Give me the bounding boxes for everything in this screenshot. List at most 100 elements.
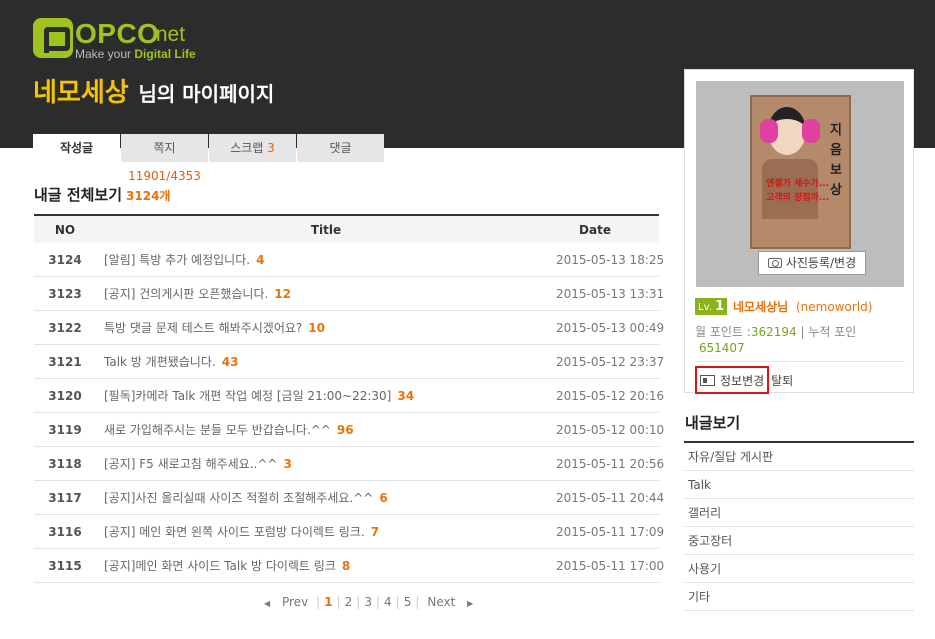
headphone-icon: [802, 119, 820, 143]
table-row: 3120 [필독]카메라 Talk 개편 작업 예정 [금일 21:00~22:…: [34, 379, 665, 413]
poster-caption: 엔젤가 세수가... 고객의 장점까...: [766, 179, 830, 203]
points-info: 월 포인트 :362194 | 누적 포인 651407: [695, 325, 857, 355]
board-item[interactable]: 사용기: [684, 555, 914, 583]
row-title-link[interactable]: 새로 가입해주시는 분들 모두 반갑습니다.^^ 96: [96, 421, 556, 438]
header-no: NO: [54, 222, 76, 237]
profile-photo: 지음보상 엔젤가 세수가... 고객의 장점까...: [750, 95, 851, 249]
table-row: 3115 [공지]메인 화면 사이드 Talk 방 다이렉트 링크 8 2015-…: [34, 549, 665, 583]
row-date: 2015-05-13 18:25: [556, 252, 665, 267]
reply-count: 12: [274, 287, 292, 301]
monthly-points: 362194: [750, 325, 797, 339]
row-no: 3119: [48, 422, 82, 437]
camera-icon: [767, 258, 782, 268]
reply-count: 6: [379, 491, 388, 505]
row-title-link[interactable]: [공지] 건의게시판 오픈했습니다. 12: [96, 285, 556, 302]
page-link[interactable]: 4: [380, 595, 396, 609]
page-title-name: 네모세상: [33, 78, 129, 108]
board-item[interactable]: 기타: [684, 583, 914, 611]
row-date: 2015-05-13 00:49: [556, 320, 665, 335]
row-title-link[interactable]: [공지]메인 화면 사이드 Talk 방 다이렉트 링크 8: [96, 557, 556, 574]
logo-tagline: Make your Digital Life: [75, 47, 196, 61]
board-item[interactable]: 갤러리: [684, 499, 914, 527]
table-row: 3123 [공지] 건의게시판 오픈했습니다. 12 2015-05-13 13:…: [34, 277, 665, 311]
posts-table: NO Title Date 3124 [알림] 특방 추가 예정입니다. 4 20…: [34, 214, 665, 583]
pagination: ◀ Prev | 1 | 2 | 3 | 4 | 5 | Next ▶: [256, 595, 481, 609]
tab-posts[interactable]: 작성글: [33, 134, 120, 162]
reply-count: 8: [341, 559, 351, 573]
row-date: 2015-05-12 23:37: [556, 354, 665, 369]
page-link[interactable]: 2: [341, 595, 357, 609]
edit-info-button[interactable]: 정보변경: [695, 366, 770, 394]
logo-net: .net: [150, 23, 186, 46]
my-posts-title: 내글보기: [685, 414, 741, 432]
profile-card: 지음보상 엔젤가 세수가... 고객의 장점까... 사진등록/변경 Lv. 1 …: [684, 69, 914, 394]
headphone-icon: [760, 119, 778, 143]
board-list: 자유/질답 게시판 Talk 갤러리 중고장터 사용기 기타: [684, 441, 914, 611]
withdraw-link[interactable]: 탈퇴: [771, 372, 793, 389]
user-id: (nemoworld): [796, 300, 873, 314]
row-no: 3121: [48, 354, 82, 369]
photo-upload-button[interactable]: 사진등록/변경: [758, 251, 866, 275]
reply-count: 7: [370, 525, 380, 539]
row-date: 2015-05-12 00:10: [556, 422, 665, 437]
page-link[interactable]: 3: [360, 595, 376, 609]
total-points: 651407: [698, 341, 745, 355]
row-date: 2015-05-13 13:31: [556, 286, 665, 301]
reply-count: 34: [397, 389, 415, 403]
row-date: 2015-05-11 20:56: [556, 456, 665, 471]
table-row: 3122 특방 댓글 문제 테스트 해봐주시겠어요? 10 2015-05-13 …: [34, 311, 665, 345]
prev-link[interactable]: ◀ Prev: [256, 595, 316, 609]
chevron-left-icon: ◀: [264, 599, 271, 608]
post-count: 3124개: [126, 189, 171, 203]
row-title-link[interactable]: [공지] 메인 화면 왼쪽 사이드 포럼방 다이렉트 링크. 7: [96, 523, 556, 540]
tab-comments[interactable]: 댓글: [297, 134, 384, 162]
page-title: 네모세상 님의 마이페이지: [33, 72, 274, 109]
tab-scrap[interactable]: 스크랩 3: [209, 134, 296, 162]
page-link[interactable]: 5: [400, 595, 416, 609]
next-link[interactable]: Next ▶: [419, 595, 481, 609]
board-item[interactable]: Talk: [684, 471, 914, 499]
row-date: 2015-05-12 20:16: [556, 388, 665, 403]
table-row: 3121 Talk 방 개편됐습니다. 43 2015-05-12 23:37: [34, 345, 665, 379]
profile-photo-area: 지음보상 엔젤가 세수가... 고객의 장점까... 사진등록/변경: [696, 81, 904, 287]
table-row: 3117 [공지]사진 올리실때 사이즈 적절히 조절해주세요.^^ 6 2015…: [34, 481, 664, 515]
reply-count: 3: [283, 457, 292, 471]
row-no: 3115: [48, 558, 82, 573]
row-no: 3122: [48, 320, 82, 335]
row-title-link[interactable]: [공지]사진 올리실때 사이즈 적절히 조절해주세요.^^ 6: [96, 489, 556, 506]
row-no: 3118: [48, 456, 82, 471]
reply-count: 10: [308, 321, 325, 335]
row-title-link[interactable]: 특방 댓글 문제 테스트 해봐주시겠어요? 10: [96, 319, 556, 336]
id-card-icon: [700, 374, 715, 386]
logo-word: OPCO: [75, 18, 160, 49]
row-no: 3116: [48, 524, 82, 539]
logo-p-icon: [33, 18, 73, 58]
page-title-suffix: 님의 마이페이지: [138, 82, 275, 106]
section-title: 내글 전체보기 3124개: [34, 186, 171, 204]
chevron-right-icon: ▶: [467, 599, 474, 608]
profile-links: 정보변경 탈퇴: [695, 361, 905, 394]
row-no: 3123: [48, 286, 82, 301]
row-title-link[interactable]: [공지] F5 새로고침 해주세요..^^ 3: [96, 455, 556, 472]
row-title-link[interactable]: Talk 방 개편됐습니다. 43: [96, 353, 556, 370]
table-row: 3124 [알림] 특방 추가 예정입니다. 4 2015-05-13 18:25: [34, 243, 665, 277]
tab-messages[interactable]: 쪽지 11901/4353: [121, 134, 208, 183]
row-no: 3117: [48, 490, 82, 505]
header-title: Title: [310, 222, 342, 237]
mypage-tabs: 작성글 쪽지 11901/4353 스크랩 3 댓글: [33, 134, 385, 183]
row-no: 3124: [48, 252, 82, 267]
row-title-link[interactable]: [필독]카메라 Talk 개편 작업 예정 [금일 21:00~22:30] 34: [96, 387, 556, 404]
reply-count: 4: [256, 253, 265, 267]
user-level-line: Lv. 1 네모세상님 (nemoworld): [695, 298, 872, 315]
page-link-current[interactable]: 1: [320, 595, 336, 609]
row-date: 2015-05-11 17:00: [556, 558, 665, 573]
board-item[interactable]: 중고장터: [684, 527, 914, 555]
table-header: NO Title Date: [34, 214, 659, 243]
nickname: 네모세상님: [732, 300, 789, 314]
header-date: Date: [579, 222, 611, 237]
table-row: 3119 새로 가입해주시는 분들 모두 반갑습니다.^^ 96 2015-05-…: [34, 413, 665, 447]
row-title-link[interactable]: [알림] 특방 추가 예정입니다. 4: [96, 251, 556, 268]
popco-logo[interactable]: OPCO .net Make your Digital Life: [33, 16, 203, 62]
reply-count: 96: [336, 423, 354, 437]
board-item[interactable]: 자유/질답 게시판: [684, 443, 914, 471]
